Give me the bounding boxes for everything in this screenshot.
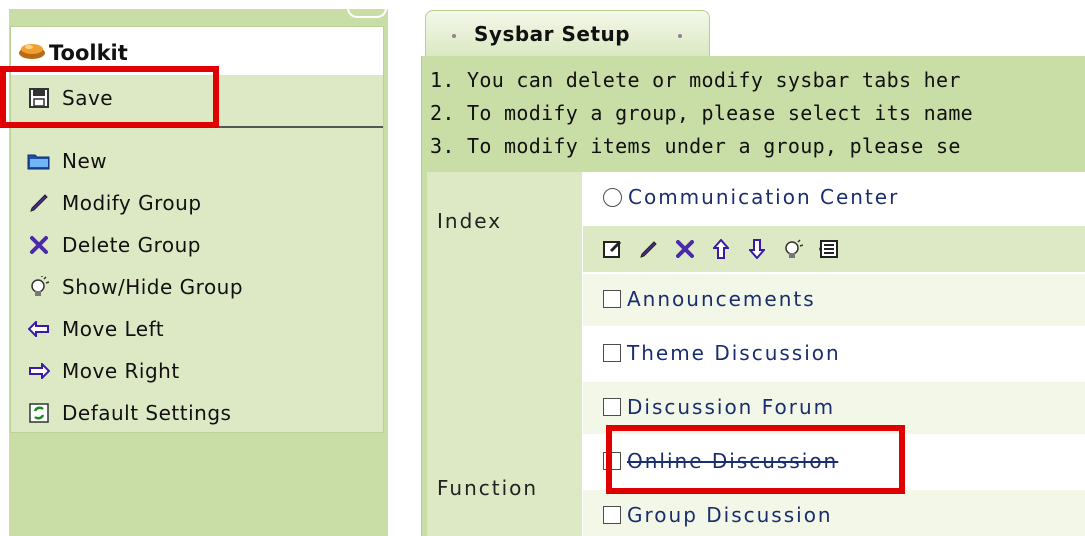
item-checkbox[interactable] — [603, 506, 621, 524]
item-name-hidden: Online Discussion — [627, 449, 839, 473]
lightbulb-icon[interactable] — [781, 237, 805, 261]
save-icon — [25, 86, 53, 110]
show-hide-group-label: Show/Hide Group — [62, 275, 244, 299]
item-checkbox[interactable] — [603, 344, 621, 362]
panel-corner-decoration — [347, 0, 387, 18]
item-row-group-discussion[interactable]: Group Discussion — [583, 490, 1085, 536]
toolkit-panel: Toolkit Save New Modify Group Delete Gro… — [0, 0, 400, 536]
item-row-theme-discussion[interactable]: Theme Discussion — [583, 328, 1085, 380]
delete-group-label: Delete Group — [62, 233, 201, 257]
instruction-1: 1. You can delete or modify sysbar tabs … — [430, 68, 961, 92]
item-option[interactable]: Online Discussion — [603, 449, 838, 473]
save-label: Save — [62, 86, 114, 110]
arrow-left-icon — [25, 317, 53, 341]
toolkit-box: Toolkit Save New Modify Group Delete Gro… — [10, 26, 384, 433]
modify-group-label: Modify Group — [62, 191, 202, 215]
index-group-label: Index — [437, 209, 503, 233]
item-checkbox[interactable] — [603, 452, 621, 470]
item-checkbox[interactable] — [603, 290, 621, 308]
group-option[interactable]: Communication Center — [603, 185, 899, 209]
group-row-communication-center[interactable]: Communication Center — [583, 172, 1085, 224]
item-row-announcements[interactable]: Announcements — [583, 274, 1085, 326]
sysbar-content: 1. You can delete or modify sysbar tabs … — [421, 56, 1085, 536]
toolkit-logo-icon — [19, 44, 45, 59]
index-group-cell: Index — [427, 172, 582, 270]
instructions: 1. You can delete or modify sysbar tabs … — [422, 56, 1085, 171]
move-right-label: Move Right — [62, 359, 180, 383]
move-left-button[interactable]: Move Left — [25, 314, 164, 344]
item-option[interactable]: Group Discussion — [603, 503, 833, 527]
function-group-label: Function — [437, 476, 539, 500]
show-hide-group-button[interactable]: Show/Hide Group — [25, 272, 243, 302]
sysbar-setup-panel: Sysbar Setup 1. You can delete or modify… — [400, 0, 1085, 536]
pencil-icon[interactable] — [637, 237, 661, 261]
folder-icon — [25, 149, 53, 173]
function-group-cell: Function — [427, 270, 582, 536]
item-name: Group Discussion — [627, 503, 833, 527]
default-settings-label: Default Settings — [62, 401, 232, 425]
item-name: Announcements — [627, 287, 816, 311]
item-row-online-discussion[interactable]: Online Discussion — [583, 436, 1085, 488]
toolkit-title: Toolkit — [49, 41, 128, 65]
item-name: Discussion Forum — [627, 395, 836, 419]
new-button[interactable]: New — [25, 146, 107, 176]
group-radio[interactable] — [603, 187, 622, 207]
toolkit-header: Toolkit — [11, 27, 383, 75]
move-right-button[interactable]: Move Right — [25, 356, 180, 386]
item-option[interactable]: Theme Discussion — [603, 341, 841, 365]
save-button[interactable]: Save — [25, 83, 113, 113]
modify-group-button[interactable]: Modify Group — [25, 188, 202, 218]
arrow-right-icon — [25, 359, 53, 383]
delete-x-icon — [25, 233, 53, 257]
item-option[interactable]: Discussion Forum — [603, 395, 835, 419]
tab-sysbar-setup-label: Sysbar Setup — [474, 22, 631, 46]
delete-x-icon[interactable] — [673, 237, 697, 261]
tab-sysbar-setup[interactable]: Sysbar Setup — [425, 10, 710, 56]
edit-tab-icon[interactable] — [601, 237, 625, 261]
arrow-down-icon[interactable] — [745, 237, 769, 261]
instruction-3: 3. To modify items under a group, please… — [430, 134, 961, 158]
arrow-up-icon[interactable] — [709, 237, 733, 261]
delete-group-button[interactable]: Delete Group — [25, 230, 201, 260]
group-name: Communication Center — [628, 185, 900, 209]
pencil-icon — [25, 191, 53, 215]
tab-dot-right — [678, 34, 682, 38]
instruction-2: 2. To modify a group, please select its … — [430, 101, 974, 125]
default-settings-button[interactable]: Default Settings — [25, 398, 231, 428]
refresh-icon — [25, 401, 53, 425]
toolkit-divider — [11, 126, 383, 128]
new-label: New — [62, 149, 108, 173]
add-item-icon[interactable] — [817, 237, 841, 261]
item-row-discussion-forum[interactable]: Discussion Forum — [583, 382, 1085, 434]
lightbulb-icon — [25, 275, 53, 299]
move-left-label: Move Left — [62, 317, 165, 341]
group-table: Index Communication Center Function Anno… — [427, 172, 1085, 536]
tab-dot-left — [452, 34, 456, 38]
item-checkbox[interactable] — [603, 398, 621, 416]
group-action-toolbar — [583, 226, 1085, 272]
item-name: Theme Discussion — [627, 341, 841, 365]
item-option[interactable]: Announcements — [603, 287, 816, 311]
